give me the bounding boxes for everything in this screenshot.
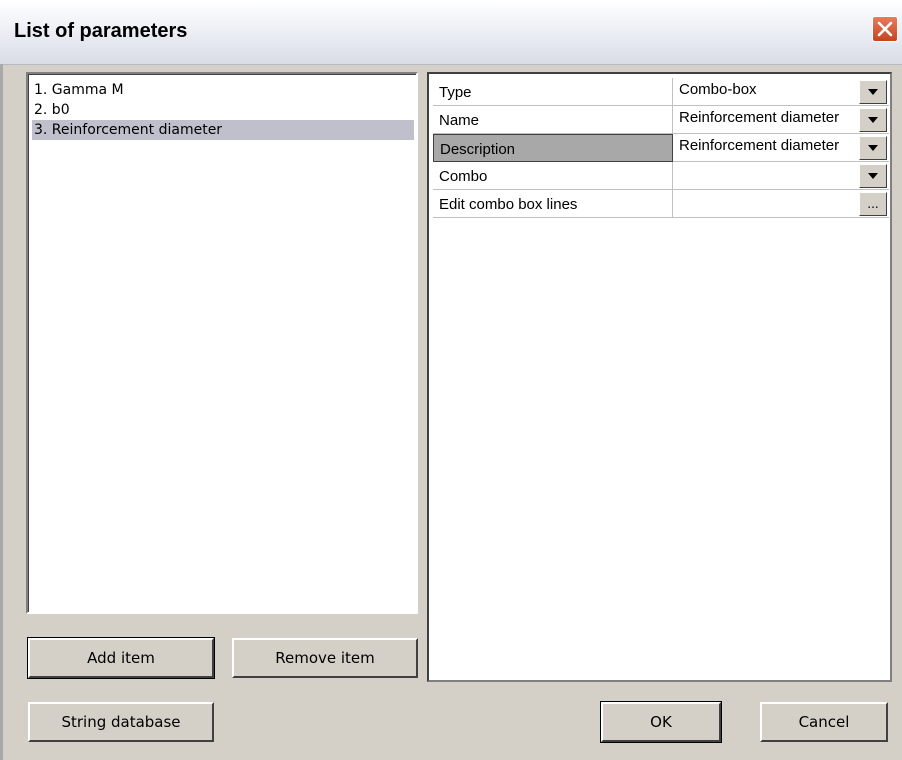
property-value[interactable]: Reinforcement diameter: [675, 106, 859, 134]
dropdown-button[interactable]: [859, 108, 887, 132]
property-name: Combo: [433, 162, 673, 190]
parameter-list[interactable]: 1. Gamma M 2. b0 3. Reinforcement diamet…: [26, 72, 418, 614]
property-name: Edit combo box lines: [433, 190, 673, 218]
property-row-name[interactable]: Name Reinforcement diameter: [433, 106, 889, 134]
chevron-down-icon: [868, 89, 878, 95]
remove-item-button[interactable]: Remove item: [232, 638, 418, 678]
chevron-down-icon: [868, 117, 878, 123]
list-item[interactable]: 2. b0: [34, 100, 70, 120]
dropdown-button[interactable]: [859, 164, 887, 188]
chevron-down-icon: [868, 145, 878, 151]
close-button[interactable]: [872, 16, 898, 42]
property-name: Name: [433, 106, 673, 134]
list-of-parameters-dialog: List of parameters 1. Gamma M 2. b0 3. R…: [0, 0, 902, 760]
title-bar[interactable]: List of parameters: [0, 0, 902, 65]
property-row-edit-combo-box-lines[interactable]: Edit combo box lines ...: [433, 190, 889, 218]
property-grid[interactable]: Type Combo-box Name Reinforcement diamet…: [427, 72, 892, 682]
property-value[interactable]: Reinforcement diameter: [675, 134, 859, 162]
property-value[interactable]: [675, 162, 859, 190]
list-item-selected[interactable]: 3. Reinforcement diameter: [32, 120, 414, 140]
ellipsis-button[interactable]: ...: [859, 192, 887, 216]
window-left-border: [0, 64, 3, 760]
window-title: List of parameters: [14, 20, 188, 42]
property-row-description[interactable]: Description Reinforcement diameter: [433, 134, 889, 162]
property-row-type[interactable]: Type Combo-box: [433, 78, 889, 106]
dropdown-button[interactable]: [859, 136, 887, 160]
property-name: Type: [433, 78, 673, 106]
string-database-button[interactable]: String database: [28, 702, 214, 742]
ellipsis-icon: ...: [867, 197, 879, 211]
list-item[interactable]: 1. Gamma M: [34, 80, 124, 100]
property-value[interactable]: Combo-box: [675, 78, 859, 106]
dropdown-button[interactable]: [859, 80, 887, 104]
chevron-down-icon: [868, 173, 878, 179]
add-item-button[interactable]: Add item: [27, 637, 215, 679]
close-icon: [877, 21, 893, 37]
property-row-combo[interactable]: Combo: [433, 162, 889, 190]
ok-button[interactable]: OK: [600, 701, 722, 743]
property-value[interactable]: [675, 190, 859, 218]
cancel-button[interactable]: Cancel: [760, 702, 888, 742]
property-name-highlighted: Description: [433, 134, 673, 162]
